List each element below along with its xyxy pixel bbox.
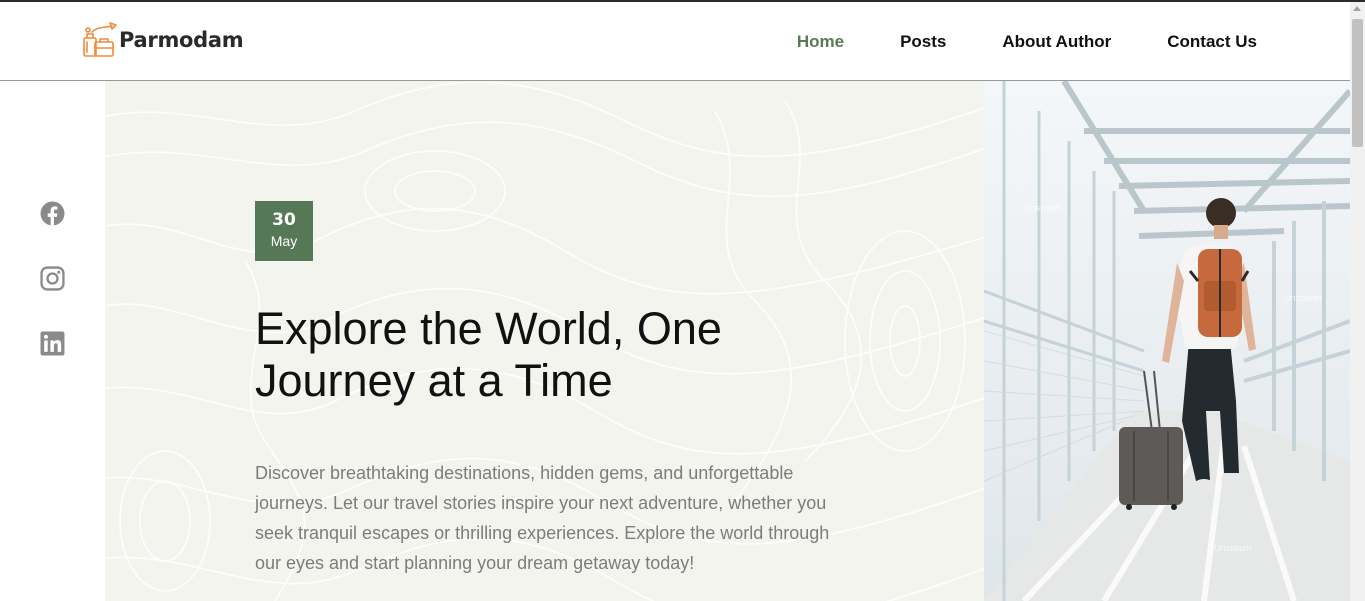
brand-name: Parmodam <box>119 28 244 52</box>
hero-section: 30 May Explore the World, One Journey at… <box>105 81 985 601</box>
svg-text:Unsplash: Unsplash <box>1024 203 1062 213</box>
nav-posts[interactable]: Posts <box>900 32 946 52</box>
social-links <box>40 201 65 396</box>
site-header: Parmodam Home Posts About Author Contact… <box>0 2 1350 81</box>
nav-home[interactable]: Home <box>797 32 844 52</box>
facebook-icon[interactable] <box>40 201 65 226</box>
nav-contact-us[interactable]: Contact Us <box>1167 32 1257 52</box>
svg-text:Unsplash: Unsplash <box>1284 293 1322 303</box>
hero-title: Explore the World, One Journey at a Time <box>255 303 722 406</box>
nav-about-author[interactable]: About Author <box>1002 32 1111 52</box>
svg-text:Unsplash: Unsplash <box>1214 543 1252 553</box>
hero-description: Discover breathtaking destinations, hidd… <box>255 463 830 573</box>
scrollbar-thumb[interactable] <box>1352 19 1363 147</box>
main-nav: Home Posts About Author Contact Us <box>797 2 1257 81</box>
travel-luggage-icon <box>83 22 117 57</box>
scroll-up-arrow-icon[interactable] <box>1353 6 1361 11</box>
date-month: May <box>270 233 298 249</box>
date-day: 30 <box>272 210 296 230</box>
page-scrollbar[interactable] <box>1350 2 1365 601</box>
traveler-photo: Unsplash Unsplash Unsplash <box>984 81 1350 601</box>
linkedin-icon[interactable] <box>40 331 65 356</box>
brand-logo[interactable]: Parmodam <box>82 22 244 58</box>
hero-image: Unsplash Unsplash Unsplash <box>984 81 1350 601</box>
date-badge: 30 May <box>255 201 313 261</box>
instagram-icon[interactable] <box>40 266 65 291</box>
